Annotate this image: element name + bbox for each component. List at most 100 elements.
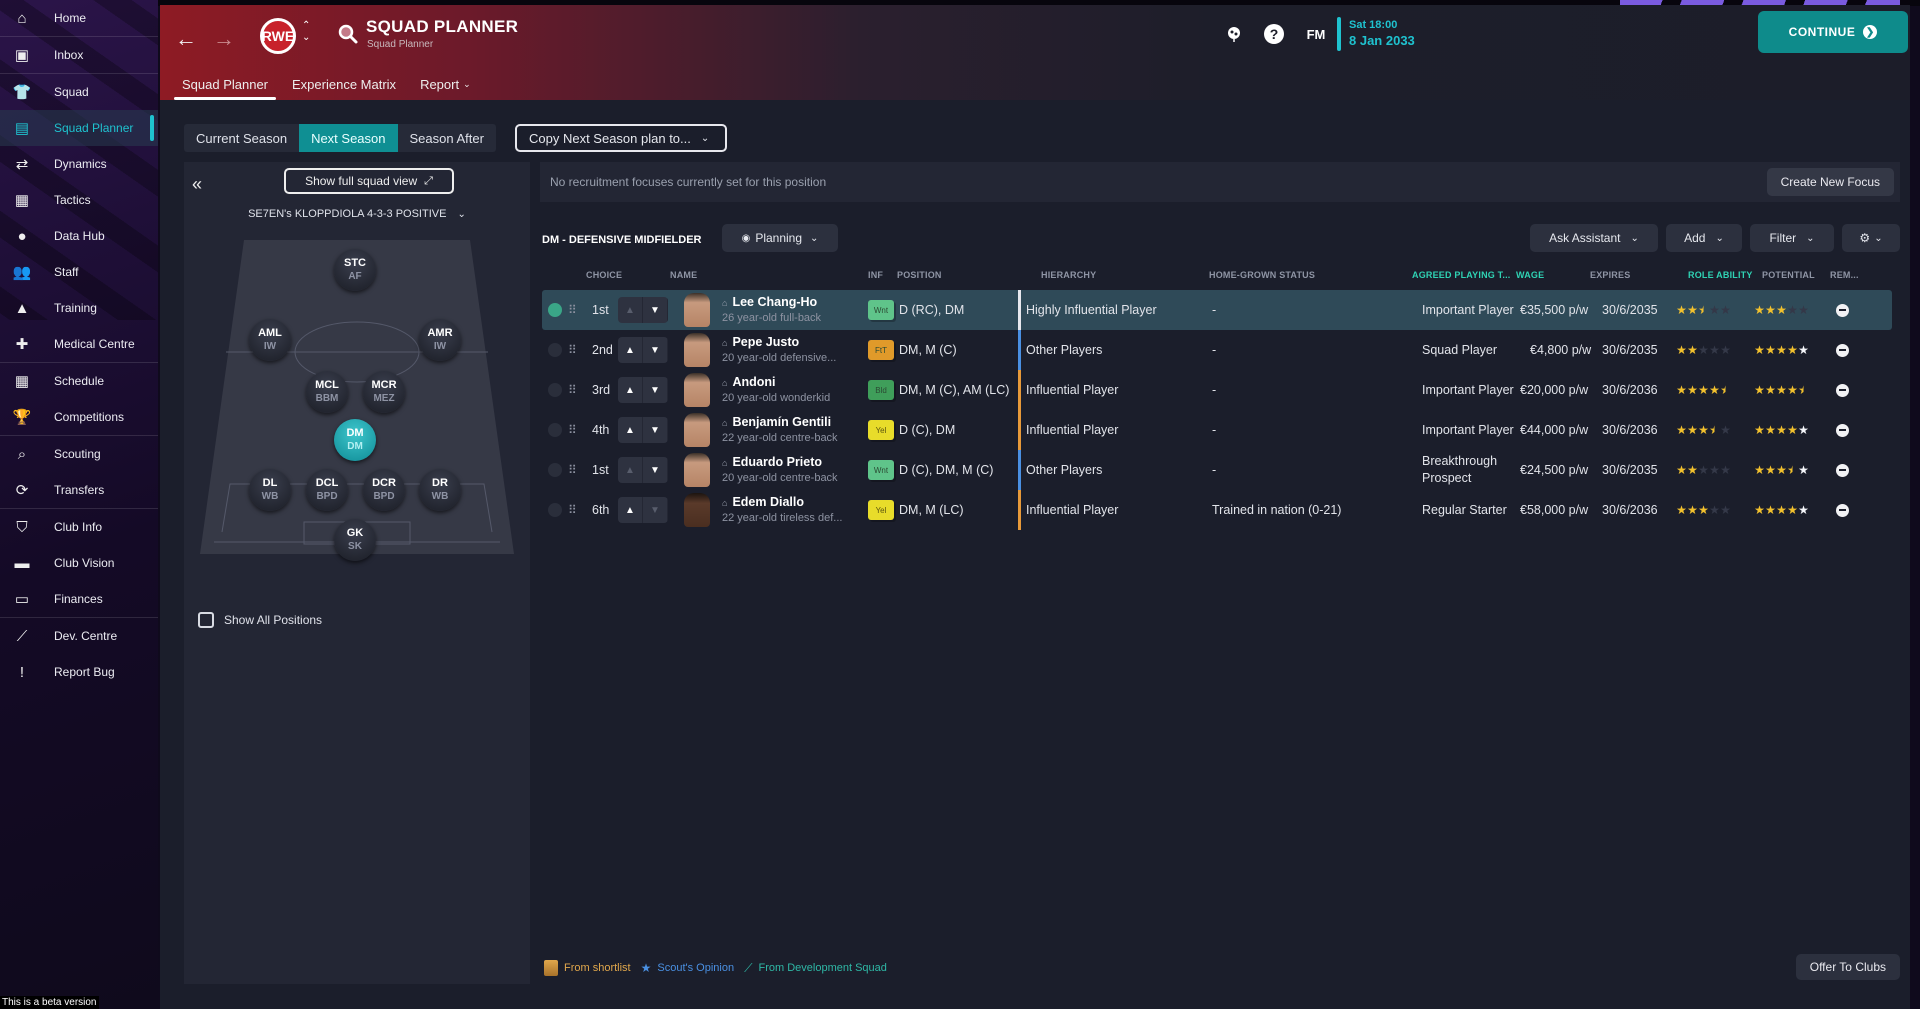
- remove-icon[interactable]: [1836, 503, 1849, 517]
- influence-badge[interactable]: FtT: [868, 340, 894, 360]
- player-photo[interactable]: [684, 413, 710, 447]
- sidebar-item-dynamics[interactable]: ⇄ Dynamics: [0, 146, 158, 182]
- table-row[interactable]: ⠿ 2nd ▲ ▼ ⌂ Pepe Justo 20 year-old defensive..…: [542, 330, 1892, 370]
- copy-plan-dropdown[interactable]: Copy Next Season plan to... ⌄: [515, 124, 727, 152]
- club-switch-icon[interactable]: ⌃ ⌄: [302, 20, 310, 44]
- table-row[interactable]: ⠿ 6th ▲ ▼ ⌂ Edem Diallo 22 year-old tireless d…: [542, 490, 1892, 530]
- move-down-button[interactable]: ▼: [643, 417, 668, 443]
- player-name[interactable]: ⌂ Andoni: [722, 374, 775, 391]
- position-dm[interactable]: DM DM: [334, 419, 376, 461]
- sidebar-item-data-hub[interactable]: ● Data Hub: [0, 218, 158, 254]
- sidebar-item-medical-centre[interactable]: ✚ Medical Centre: [0, 326, 158, 362]
- move-up-button[interactable]: ▲: [618, 337, 643, 363]
- drag-handle-icon[interactable]: ⠿: [568, 383, 577, 397]
- sidebar-item-transfers[interactable]: ⟳ Transfers: [0, 472, 158, 508]
- show-all-positions-checkbox[interactable]: Show All Positions: [198, 612, 322, 628]
- player-name[interactable]: ⌂ Lee Chang-Ho: [722, 294, 817, 311]
- sidebar-item-inbox[interactable]: ▣ Inbox: [0, 37, 158, 73]
- player-name[interactable]: ⌂ Eduardo Prieto: [722, 454, 822, 471]
- collapse-panel-icon[interactable]: «: [192, 174, 202, 195]
- position-mcr[interactable]: MCR MEZ: [363, 371, 405, 413]
- tab-next-season[interactable]: Next Season: [299, 124, 398, 152]
- select-checkbox[interactable]: [548, 303, 562, 317]
- tab-squad-planner[interactable]: Squad Planner: [170, 68, 280, 100]
- col-home-grown[interactable]: HOME-GROWN STATUS: [1209, 270, 1315, 280]
- influence-badge[interactable]: Wnt: [868, 460, 894, 480]
- remove-icon[interactable]: [1836, 463, 1849, 477]
- sidebar-item-dev-centre[interactable]: ⟋ Dev. Centre: [0, 618, 158, 654]
- col-expires[interactable]: EXPIRES: [1590, 270, 1630, 280]
- position-dcl[interactable]: DCL BPD: [306, 469, 348, 511]
- player-photo[interactable]: [684, 293, 710, 327]
- col-choice[interactable]: CHOICE: [586, 270, 622, 280]
- influence-badge[interactable]: Yel: [868, 500, 894, 520]
- move-up-button[interactable]: ▲: [618, 457, 643, 483]
- remove-icon[interactable]: [1836, 383, 1849, 397]
- sidebar-item-report-bug[interactable]: ! Report Bug: [0, 654, 158, 690]
- position-amr[interactable]: AMR IW: [419, 319, 461, 361]
- sidebar-item-squad[interactable]: 👕 Squad: [0, 74, 158, 110]
- sidebar-item-club-info[interactable]: ⛉ Club Info: [0, 509, 158, 545]
- club-badge[interactable]: RWE: [260, 18, 296, 54]
- search-icon[interactable]: [336, 22, 360, 46]
- tab-experience-matrix[interactable]: Experience Matrix: [280, 68, 408, 100]
- drag-handle-icon[interactable]: ⠿: [568, 343, 577, 357]
- move-down-button[interactable]: ▼: [643, 337, 668, 363]
- player-name[interactable]: ⌂ Benjamín Gentili: [722, 414, 831, 431]
- feedback-icon[interactable]: [1222, 22, 1246, 46]
- influence-badge[interactable]: Bld: [868, 380, 894, 400]
- drag-handle-icon[interactable]: ⠿: [568, 303, 577, 317]
- ask-assistant-dropdown[interactable]: Ask Assistant ⌄: [1530, 224, 1658, 252]
- player-photo[interactable]: [684, 493, 710, 527]
- offer-to-clubs-button[interactable]: Offer To Clubs: [1795, 954, 1900, 980]
- move-down-button[interactable]: ▼: [643, 377, 668, 403]
- checkbox[interactable]: [198, 612, 214, 628]
- sidebar-item-home[interactable]: ⌂ Home: [0, 0, 158, 36]
- move-down-button[interactable]: ▼: [643, 297, 668, 323]
- help-icon[interactable]: ?: [1264, 24, 1284, 44]
- table-row[interactable]: ⠿ 3rd ▲ ▼ ⌂ Andoni 20 year-old wonderkid Bld DM,…: [542, 370, 1892, 410]
- col-potential[interactable]: POTENTIAL: [1762, 270, 1815, 280]
- influence-badge[interactable]: Wnt: [868, 300, 894, 320]
- continue-button[interactable]: CONTINUE ❯: [1758, 11, 1908, 53]
- sidebar-item-staff[interactable]: 👥 Staff: [0, 254, 158, 290]
- sidebar-item-competitions[interactable]: 🏆 Competitions: [0, 399, 158, 435]
- position-stc[interactable]: STC AF: [334, 249, 376, 291]
- forward-button[interactable]: →: [210, 25, 238, 53]
- show-full-squad-button[interactable]: Show full squad view ⤢: [284, 168, 454, 194]
- col-inf[interactable]: INF: [868, 270, 883, 280]
- add-dropdown[interactable]: Add ⌄: [1666, 224, 1742, 252]
- remove-icon[interactable]: [1836, 423, 1849, 437]
- settings-dropdown[interactable]: ⚙ ⌄: [1842, 224, 1900, 252]
- drag-handle-icon[interactable]: ⠿: [568, 423, 577, 437]
- col-agreed-playing-time[interactable]: AGREED PLAYING T...: [1412, 270, 1511, 280]
- fm-logo[interactable]: FM: [1304, 22, 1328, 46]
- drag-handle-icon[interactable]: ⠿: [568, 463, 577, 477]
- remove-icon[interactable]: [1836, 343, 1849, 357]
- drag-handle-icon[interactable]: ⠿: [568, 503, 577, 517]
- position-dr[interactable]: DR WB: [419, 469, 461, 511]
- select-checkbox[interactable]: [548, 423, 562, 437]
- move-up-button[interactable]: ▲: [618, 417, 643, 443]
- col-remove[interactable]: REM...: [1830, 270, 1859, 280]
- player-photo[interactable]: [684, 453, 710, 487]
- select-checkbox[interactable]: [548, 343, 562, 357]
- sidebar-item-scouting[interactable]: ⌕ Scouting: [0, 436, 158, 472]
- remove-icon[interactable]: [1836, 303, 1849, 317]
- tab-current-season[interactable]: Current Season: [184, 124, 299, 152]
- select-checkbox[interactable]: [548, 463, 562, 477]
- position-aml[interactable]: AML IW: [249, 319, 291, 361]
- position-dl[interactable]: DL WB: [249, 469, 291, 511]
- influence-badge[interactable]: Yel: [868, 420, 894, 440]
- move-down-button[interactable]: ▼: [643, 457, 668, 483]
- sidebar-item-tactics[interactable]: ▦ Tactics: [0, 182, 158, 218]
- sidebar-item-squad-planner[interactable]: ▤ Squad Planner: [0, 110, 158, 146]
- tab-report[interactable]: Report ⌄: [408, 68, 483, 100]
- move-up-button[interactable]: ▲: [618, 297, 643, 323]
- table-row[interactable]: ⠿ 4th ▲ ▼ ⌂ Benjamín Gentili 22 year-old centr…: [542, 410, 1892, 450]
- player-name[interactable]: ⌂ Pepe Justo: [722, 334, 799, 351]
- planning-dropdown[interactable]: ◉ Planning ⌄: [722, 224, 838, 252]
- create-new-focus-button[interactable]: Create New Focus: [1766, 168, 1894, 196]
- move-up-button[interactable]: ▲: [618, 497, 643, 523]
- col-role-ability[interactable]: ROLE ABILITY: [1688, 270, 1753, 280]
